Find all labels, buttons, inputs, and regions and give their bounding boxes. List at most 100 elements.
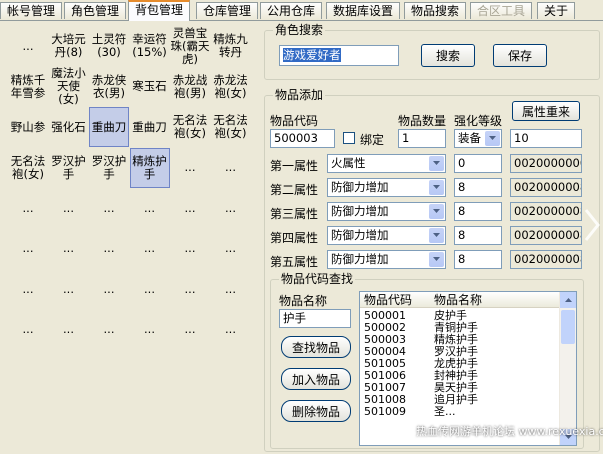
attr-value-input-2[interactable]: 8 [454,178,502,197]
inventory-slot[interactable]: ... [49,269,89,309]
attr-label-1: 第一属性 [270,159,319,173]
inventory-slot[interactable]: 野山参 [8,107,48,147]
inventory-slot[interactable]: ... [130,269,170,309]
inventory-slot[interactable]: 强化石 [49,107,89,147]
attr-select-4[interactable]: 防御力增加 [327,226,446,245]
inventory-slot[interactable]: 赤龙侠衣(男) [89,67,129,107]
chevron-down-icon[interactable] [429,156,444,171]
attr-label-3: 第三属性 [270,207,319,221]
inventory-slot[interactable]: ... [130,310,170,350]
attr-select-1[interactable]: 火属性 [327,154,446,173]
tab-8[interactable]: 合区工具 [470,2,533,19]
inventory-slot[interactable]: 大培元丹(8) [49,26,89,66]
inventory-slot[interactable]: ... [170,269,210,309]
inventory-slot[interactable]: ... [89,229,129,269]
strength-level-input[interactable]: 10 [510,129,582,148]
add-item-button[interactable]: 加入物品 [281,368,351,390]
search-button[interactable]: 搜索 [421,44,475,67]
inventory-slot[interactable]: ... [8,229,48,269]
inventory-slot[interactable]: ... [89,310,129,350]
item-name-input[interactable]: 护手 [279,309,351,328]
find-item-button[interactable]: 查找物品 [281,336,351,358]
inventory-slot[interactable]: ... [8,310,48,350]
strength-type-value: 装备 [458,131,481,145]
inventory-slot[interactable]: ... [211,229,251,269]
inventory-slot[interactable]: ... [49,188,89,228]
inventory-slot[interactable]: ... [89,269,129,309]
inventory-slot[interactable]: 精炼千年雪参 [8,67,48,107]
inventory-slot[interactable]: 罗汉护手 [89,148,129,188]
inventory-slot[interactable]: 无名法袍(女) [8,148,48,188]
attr-value-input-5[interactable]: 8 [454,250,502,269]
chevron-right-icon[interactable] [583,208,601,242]
inventory-slot[interactable]: 灵兽宝珠(霸天虎) [170,26,210,66]
inventory-slot[interactable]: ... [8,269,48,309]
tab-4[interactable]: 仓库管理 [196,2,259,19]
inventory-slot[interactable]: ... [211,310,251,350]
inventory-slot[interactable]: ... [211,148,251,188]
attr-value-input-1[interactable]: 0 [454,154,502,173]
inventory-slot[interactable]: 精炼九转丹 [211,26,251,66]
col-item-code[interactable]: 物品代码 [364,292,412,308]
attr-select-value: 防御力增加 [331,180,389,194]
inventory-slot[interactable]: ... [89,188,129,228]
tab-5[interactable]: 公用仓库 [260,2,323,19]
delete-item-button[interactable]: 删除物品 [281,400,351,422]
inventory-slot[interactable]: ... [49,229,89,269]
save-button[interactable]: 保存 [493,44,547,67]
inventory-slot[interactable]: 无名法袍(女) [170,107,210,147]
inventory-slot[interactable]: ... [211,269,251,309]
chevron-down-icon[interactable] [429,204,444,219]
scroll-up-icon[interactable] [560,292,576,308]
inventory-slot[interactable]: ... [170,229,210,269]
inventory-slot[interactable]: 精炼护手 [129,147,170,188]
inventory-slot[interactable]: ... [170,310,210,350]
col-item-name[interactable]: 物品名称 [434,292,482,308]
inventory-slot[interactable]: 魔法小天使(女) [49,67,89,107]
inventory-slot[interactable]: ... [130,229,170,269]
reset-attributes-button[interactable]: 属性重来 [512,101,580,121]
inventory-slot[interactable]: ... [170,148,210,188]
chevron-down-icon[interactable] [485,131,500,146]
inventory-slot[interactable]: ... [49,310,89,350]
inventory-slot[interactable]: 幸运符(15%) [130,26,170,66]
inventory-slot[interactable]: ... [170,188,210,228]
inventory-panel: ... 大培元丹(8) 土灵符(30) 幸运符(15%) 灵兽宝珠(霸天虎) 精炼九转丹精… [4,22,258,450]
tab-2[interactable]: 角色管理 [64,2,127,19]
chevron-down-icon[interactable] [429,228,444,243]
tab-1[interactable]: 帐号管理 [0,2,63,19]
inventory-slot[interactable]: 无名法袍(女) [211,107,251,147]
bind-checkbox[interactable] [343,132,355,144]
tab-3[interactable]: 背包管理 [128,0,191,21]
attr-select-2[interactable]: 防御力增加 [327,178,446,197]
inventory-slot[interactable]: 赤龙法袍(女) [211,67,251,107]
attr-select-5[interactable]: 防御力增加 [327,250,446,269]
role-search-input[interactable]: 游戏爱好者 [279,45,399,66]
inventory-slot[interactable]: 寒玉石 [130,67,170,107]
list-item[interactable]: 501009 圣... [360,406,560,418]
chevron-down-icon[interactable] [429,252,444,267]
attr-label-5: 第五属性 [270,255,319,269]
item-qty-label: 物品数量 [398,114,447,128]
inventory-slot[interactable]: 罗汉护手 [49,148,89,188]
attr-value-input-4[interactable]: 8 [454,226,502,245]
chevron-down-icon[interactable] [429,180,444,195]
item-qty-input[interactable]: 1 [398,129,446,148]
inventory-slot[interactable]: 重曲刀 [130,107,170,147]
attr-select-3[interactable]: 防御力增加 [327,202,446,221]
item-add-title: 物品添加 [273,88,326,102]
item-code-input[interactable]: 500003 [270,129,335,148]
inventory-slot[interactable]: ... [8,26,48,66]
inventory-slot[interactable]: 土灵符(30) [89,26,129,66]
inventory-slot[interactable]: ... [8,188,48,228]
scroll-thumb[interactable] [561,310,575,344]
strength-type-select[interactable]: 装备 [454,129,502,148]
inventory-slot[interactable]: ... [211,188,251,228]
tab-6[interactable]: 数据库设置 [326,2,401,19]
attr-value-input-3[interactable]: 8 [454,202,502,221]
inventory-slot[interactable]: 重曲刀 [89,107,129,147]
inventory-slot[interactable]: 赤龙战袍(男) [170,67,210,107]
tab-9[interactable]: 关于 [537,2,576,19]
inventory-slot[interactable]: ... [130,188,170,228]
tab-7[interactable]: 物品搜索 [404,2,467,19]
